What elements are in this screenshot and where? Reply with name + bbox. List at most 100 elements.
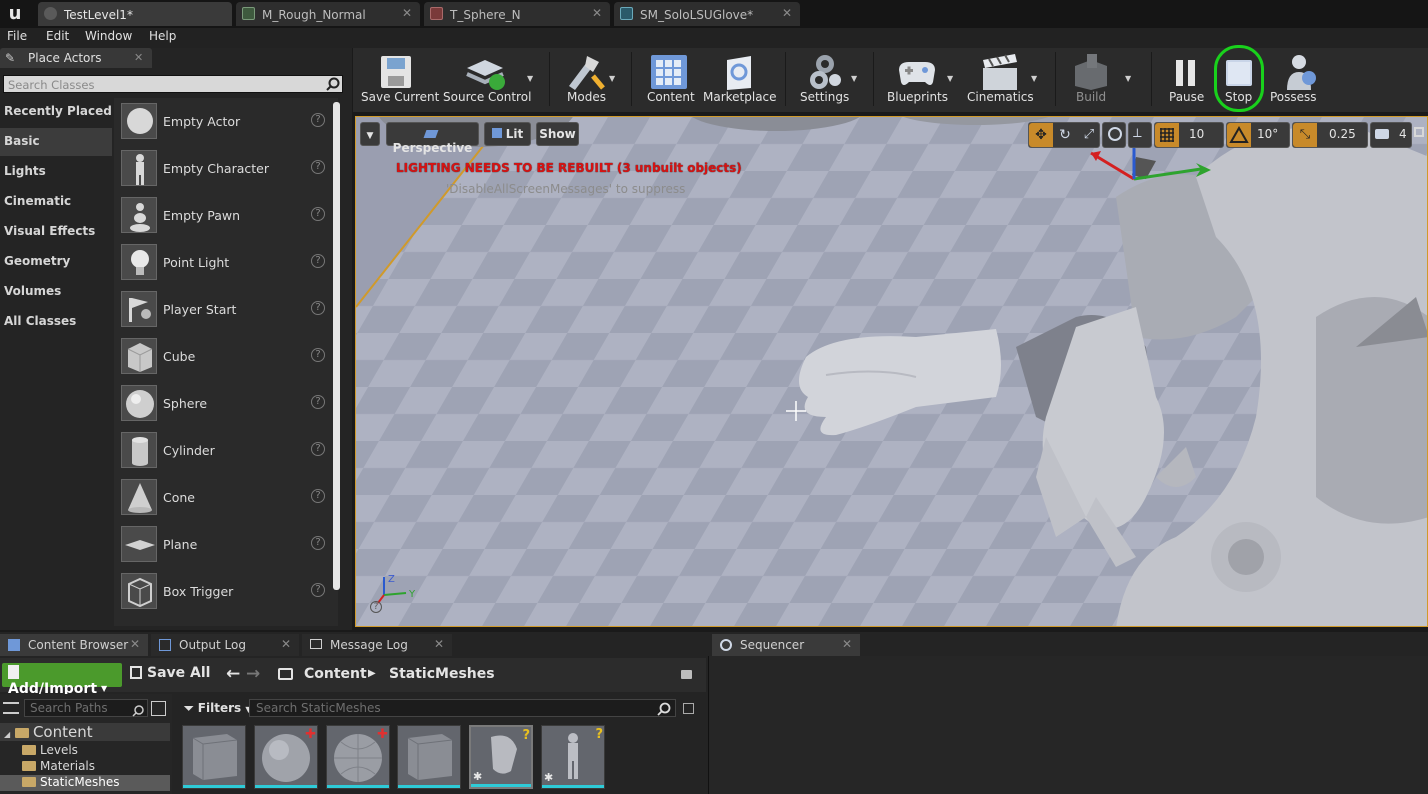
lit-button[interactable]: Lit (484, 122, 531, 146)
category-volumes[interactable]: Volumes (0, 278, 112, 306)
actor-point-light[interactable]: Point Light ? (117, 241, 335, 286)
tree-item-materials[interactable]: Materials (22, 759, 95, 773)
help-icon[interactable]: ? (311, 442, 325, 456)
actor-box-trigger[interactable]: Box Trigger ? (117, 570, 335, 615)
source-control-button[interactable]: ▼ Source Control (439, 48, 539, 112)
chevron-down-icon[interactable]: ▼ (1125, 74, 1131, 83)
asset-tile[interactable] (182, 725, 246, 789)
tab-sequencer[interactable]: Sequencer ✕ (712, 634, 860, 656)
tree-item-levels[interactable]: Levels (22, 743, 78, 757)
scale-icon[interactable]: ⤢ (1077, 123, 1101, 147)
search-classes-input[interactable]: Search Classes (3, 75, 343, 93)
viewport-options-button[interactable]: ▼ (360, 122, 380, 146)
grid-snap-group[interactable]: 10 (1154, 122, 1224, 148)
close-icon[interactable]: ✕ (842, 637, 852, 651)
pause-button[interactable]: Pause (1159, 48, 1211, 112)
chevron-down-icon[interactable]: ▼ (947, 74, 953, 83)
tree-item-content[interactable]: ◢ Content (4, 723, 93, 741)
unreal-logo-icon[interactable]: u (4, 3, 26, 25)
level-viewport[interactable]: Z Y ▼ Perspective Lit Show ✥ ↻ ⤢ ⟂ 10 10… (355, 116, 1428, 627)
add-import-button[interactable]: Add/Import ▼ (2, 663, 122, 697)
category-cinematic[interactable]: Cinematic (0, 188, 112, 216)
close-icon[interactable]: ✕ (130, 637, 140, 651)
tab-testlevel1[interactable]: TestLevel1* (38, 2, 232, 26)
viewport-help-icon[interactable]: ? (370, 601, 382, 613)
chevron-down-icon[interactable]: ▼ (851, 74, 857, 83)
menu-file[interactable]: File (7, 29, 27, 43)
search-assets-input[interactable]: Search StaticMeshes (249, 699, 676, 717)
actor-cone[interactable]: Cone ? (117, 476, 335, 521)
close-icon[interactable]: ✕ (134, 51, 143, 64)
possess-button[interactable]: Possess (1265, 48, 1335, 112)
translate-icon[interactable]: ✥ (1029, 123, 1053, 147)
actor-player-start[interactable]: Player Start ? (117, 288, 335, 333)
asset-tile[interactable]: ✚ (326, 725, 390, 789)
chevron-down-icon[interactable]: ▼ (527, 74, 533, 83)
actor-empty-character[interactable]: Empty Character ? (117, 147, 335, 192)
tab-content-browser[interactable]: Content Browser ✕ (0, 634, 148, 656)
help-icon[interactable]: ? (311, 395, 325, 409)
show-button[interactable]: Show (536, 122, 579, 146)
tab-t-sphere-n[interactable]: T_Sphere_N ✕ (424, 2, 610, 26)
blueprints-button[interactable]: ▼ Blueprints (881, 48, 961, 112)
help-icon[interactable]: ? (311, 536, 325, 550)
category-visual-effects[interactable]: Visual Effects (0, 218, 112, 246)
asset-tile[interactable]: ✚ (254, 725, 318, 789)
content-button[interactable]: Content (639, 48, 699, 112)
menu-edit[interactable]: Edit (46, 29, 69, 43)
close-icon[interactable]: ✕ (281, 637, 291, 651)
category-geometry[interactable]: Geometry (0, 248, 112, 276)
marketplace-button[interactable]: Marketplace (699, 48, 779, 112)
close-icon[interactable]: ✕ (402, 6, 412, 20)
menu-help[interactable]: Help (149, 29, 176, 43)
help-icon[interactable]: ? (311, 489, 325, 503)
category-all-classes[interactable]: All Classes (0, 308, 112, 336)
asset-tile[interactable] (397, 725, 461, 789)
breadcrumb-content[interactable]: Content (304, 666, 367, 682)
rotate-icon[interactable]: ↻ (1053, 123, 1077, 147)
forward-arrow-icon[interactable]: → (246, 664, 260, 684)
maximize-viewport-icon[interactable] (1414, 127, 1424, 137)
asset-tile[interactable]: ? ✱ (541, 725, 605, 789)
view-options-icon[interactable] (151, 701, 166, 716)
close-icon[interactable]: ✕ (782, 6, 792, 20)
actor-cube[interactable]: Cube ? (117, 335, 335, 380)
stop-button[interactable]: Stop (1213, 45, 1264, 112)
close-icon[interactable]: ✕ (592, 6, 602, 20)
modes-button[interactable]: ▼ Modes (559, 48, 619, 112)
filters-button[interactable]: ⏷ Filters ▼ (184, 701, 252, 716)
menu-window[interactable]: Window (85, 29, 132, 43)
tab-message-log[interactable]: Message Log ✕ (302, 634, 452, 656)
lock-icon[interactable] (681, 670, 692, 679)
search-paths-input[interactable]: Search Paths (24, 699, 148, 717)
tab-sm-sologlove[interactable]: SM_SoloLSUGlove* ✕ (614, 2, 800, 26)
help-icon[interactable]: ? (311, 207, 325, 221)
asset-tile-selected[interactable]: ? ✱ (469, 725, 533, 789)
chevron-down-icon[interactable]: ▼ (1031, 74, 1037, 83)
category-recently-placed[interactable]: Recently Placed (0, 98, 112, 126)
actor-empty-actor[interactable]: Empty Actor ? (117, 100, 335, 145)
actor-cylinder[interactable]: Cylinder ? (117, 429, 335, 474)
help-icon[interactable]: ? (311, 113, 325, 127)
tab-m-rough-normal[interactable]: M_Rough_Normal ✕ (236, 2, 420, 26)
breadcrumb-staticmeshes[interactable]: StaticMeshes (389, 666, 495, 682)
perspective-button[interactable]: Perspective (386, 122, 479, 155)
category-lights[interactable]: Lights (0, 158, 112, 186)
scale-snap-group[interactable]: ⤡ 0.25 (1292, 122, 1368, 148)
camera-speed-group[interactable]: 4 (1370, 122, 1412, 148)
actor-plane[interactable]: Plane ? (117, 523, 335, 568)
category-basic[interactable]: Basic (0, 128, 112, 156)
breadcrumb-separator-icon[interactable]: ▶ (368, 668, 376, 679)
help-icon[interactable]: ? (311, 301, 325, 315)
save-search-icon[interactable] (683, 703, 694, 714)
save-all-button[interactable]: Save All (130, 665, 210, 687)
coordinate-system-button[interactable] (1102, 122, 1126, 148)
tab-output-log[interactable]: Output Log ✕ (151, 634, 299, 656)
place-actors-tab[interactable]: ✎ Place Actors ✕ (0, 48, 152, 68)
chevron-down-icon[interactable]: ▼ (609, 74, 615, 83)
actor-sphere[interactable]: Sphere ? (117, 382, 335, 427)
help-icon[interactable]: ? (311, 583, 325, 597)
sources-toggle-icon[interactable] (3, 702, 19, 714)
help-icon[interactable]: ? (311, 160, 325, 174)
actor-empty-pawn[interactable]: Empty Pawn ? (117, 194, 335, 239)
